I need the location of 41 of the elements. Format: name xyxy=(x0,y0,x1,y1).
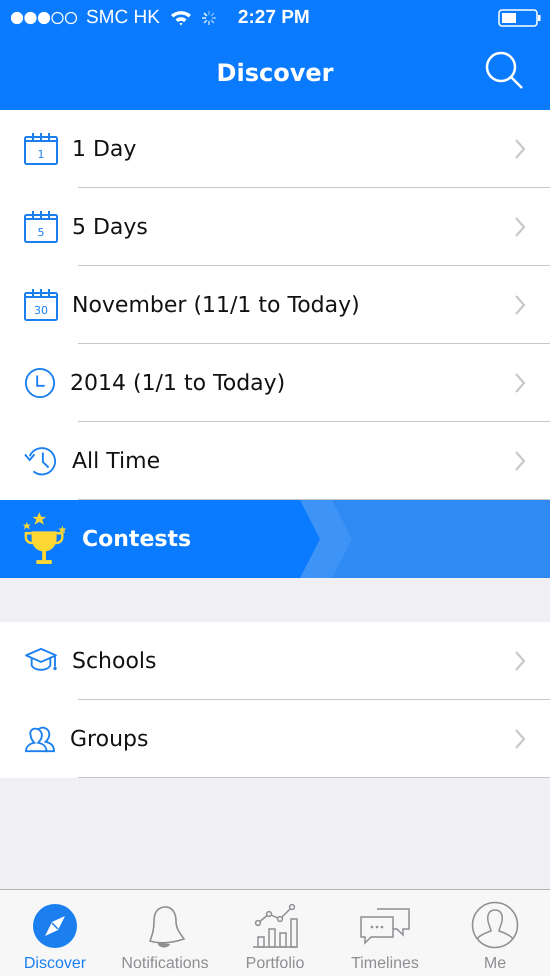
row-label: November (11/1 to Today) xyxy=(72,292,361,318)
chevron-icon xyxy=(514,372,526,394)
spinner-icon xyxy=(200,9,218,27)
calendar-icon: 30 xyxy=(24,289,58,321)
carrier-name: SMC HK xyxy=(86,7,160,29)
status-time: 2:27 PM xyxy=(238,7,310,29)
clock-icon xyxy=(24,367,56,399)
contests-banner[interactable]: Contests xyxy=(0,500,550,578)
battery-icon xyxy=(498,8,542,28)
chevron-icon xyxy=(514,138,526,160)
chevron-icon xyxy=(514,728,526,750)
group-icon xyxy=(24,725,56,753)
banner-label: Contests xyxy=(82,526,192,552)
chevron-icon xyxy=(514,294,526,316)
signal-icon xyxy=(10,11,78,25)
list-row[interactable]: Groups xyxy=(0,700,550,778)
list-row[interactable]: 5 5 Days xyxy=(0,188,550,266)
calendar-icon: 1 xyxy=(24,133,58,165)
row-label: 1 Day xyxy=(72,136,138,162)
chart-icon xyxy=(252,903,298,949)
row-label: 2014 (1/1 to Today) xyxy=(70,370,286,396)
row-label: Schools xyxy=(72,648,158,674)
row-label: All Time xyxy=(72,448,162,474)
list-row[interactable]: 30 November (11/1 to Today) xyxy=(0,266,550,344)
chevron-icon xyxy=(514,216,526,238)
row-label: Groups xyxy=(70,726,150,752)
search-button[interactable] xyxy=(484,50,524,90)
chevron-icon xyxy=(514,650,526,672)
list-row[interactable]: All Time xyxy=(0,422,550,500)
wifi-icon xyxy=(170,10,192,26)
screen-title: Discover xyxy=(216,59,334,87)
chevron-icon xyxy=(514,450,526,472)
compass-icon xyxy=(32,903,78,949)
profile-icon xyxy=(471,901,519,949)
list-row[interactable]: 1 1 Day xyxy=(0,110,550,188)
row-label: 5 Days xyxy=(72,214,149,240)
calendar-icon: 5 xyxy=(24,211,58,243)
history-icon xyxy=(24,445,58,477)
tab-bar-item[interactable]: Discover xyxy=(0,890,110,976)
list-row[interactable]: Schools xyxy=(0,622,550,700)
list-row[interactable]: 2014 (1/1 to Today) xyxy=(0,344,550,422)
